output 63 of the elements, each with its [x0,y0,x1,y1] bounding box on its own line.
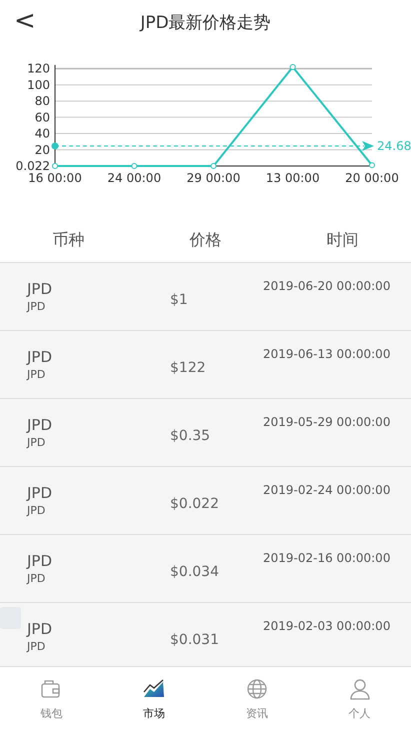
x-tick-label: 24 00:00 [107,171,162,185]
coin-symbol: JPD [27,436,46,449]
price-row[interactable]: JPD JPD $0.35 2019-05-29 00:00:00 [0,399,411,467]
data-point [131,162,138,169]
back-button[interactable]: < [8,6,42,36]
y-tick-label: 100 [27,78,50,92]
page-title: JPD最新价格走势 [140,12,271,34]
y-tick-label: 60 [34,110,50,124]
coin-symbol: JPD [27,300,46,313]
tab-item[interactable]: 资讯 [206,667,308,731]
x-tick-label: 29 00:00 [186,171,240,185]
y-tick-label: 20 [34,142,50,157]
x-tick-label: 13 00:00 [266,171,320,185]
time-value: 2019-02-03 00:00:00 [263,618,392,633]
column-header: 价格 [190,230,222,250]
coin-symbol: JPD [27,504,46,517]
data-point [369,162,375,168]
coin-symbol: JPD [27,640,46,653]
data-point [290,64,296,70]
line-start-marker [52,142,58,150]
time-value: 2019-06-20 00:00:00 [263,278,392,293]
price-row[interactable]: JPD JPD $122 2019-06-13 00:00:00 [0,331,411,399]
time-value: 2019-05-29 00:00:00 [263,414,392,429]
coin-name: JPD [27,552,54,570]
y-tick-label: 120 [27,62,50,76]
price-value: $0.022 [169,494,219,512]
data-point [210,162,216,169]
person-icon [348,678,371,700]
coin-name: JPD [27,416,54,434]
coin-name: JPD [27,484,54,502]
coin-symbol: JPD [27,572,46,585]
coin-name: JPD [27,620,54,638]
price-value: $0.031 [169,630,219,648]
price-row[interactable]: JPD JPD $0.031 2019-02-03 00:00:00 [0,603,411,666]
price-row[interactable]: JPD JPD $1 2019-06-20 00:00:00 [0,263,411,331]
y-tick-label: 0.022 [16,158,50,173]
time-value: 2019-02-16 00:00:00 [263,550,392,565]
price-value: $0.034 [169,562,219,580]
chart-icon [143,678,166,700]
price-row[interactable]: JPD JPD $0.022 2019-02-24 00:00:00 [0,467,411,535]
x-tick-label: 16 00:00 [28,171,82,185]
tab-item[interactable]: 个人 [308,667,411,731]
y-tick-label: 80 [34,94,50,108]
column-header: 币种 [52,230,84,250]
time-value: 2019-06-13 00:00:00 [263,346,392,361]
coin-symbol: JPD [27,368,46,381]
price-value: $0.35 [169,426,210,444]
column-header: 时间 [326,230,358,250]
line-end-arrow [362,140,374,151]
time-value: 2019-02-24 00:00:00 [263,482,392,497]
tab-item[interactable]: 市场 [102,667,206,731]
average-label: 24.68 [377,138,411,153]
globe-icon [246,678,268,700]
price-value: $1 [169,290,188,308]
price-value: $122 [169,358,206,376]
price-row[interactable]: JPD JPD $0.034 2019-02-16 00:00:00 [0,535,411,603]
x-tick-label: 20 00:00 [345,171,399,185]
tab-item[interactable]: 钱包 [0,667,103,731]
coin-name: JPD [27,280,54,298]
wallet-icon [40,678,62,700]
data-point [52,162,58,169]
y-tick-label: 40 [34,126,50,141]
coin-name: JPD [27,348,54,366]
